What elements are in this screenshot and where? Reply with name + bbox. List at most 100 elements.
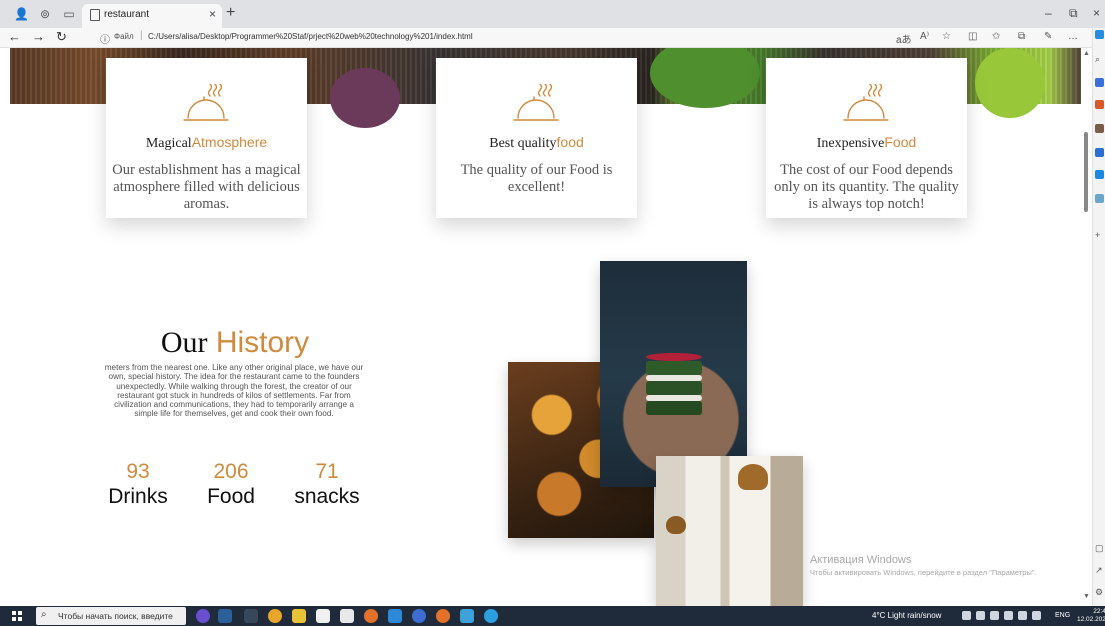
mail-icon[interactable] — [340, 609, 354, 623]
scroll-up-icon[interactable]: ▲ — [1083, 50, 1090, 57]
stat-number: 93 — [126, 460, 150, 483]
copilot-icon[interactable] — [1095, 30, 1104, 39]
feature-title: MagicalAtmosphere — [145, 134, 268, 151]
feature-card-atmosphere: MagicalAtmosphere Our establishment has … — [106, 58, 307, 218]
address-bar: ← → ↻ ⓘ Файл | C:/Users/alisa/Desktop/Pr… — [0, 28, 1105, 48]
stat-label: Drinks — [108, 485, 168, 508]
app-icon-3[interactable] — [460, 609, 474, 623]
task-view-icon[interactable] — [244, 609, 258, 623]
refresh-icon[interactable]: ↻ — [56, 29, 67, 45]
favorite-star-icon[interactable]: ☆ — [942, 31, 951, 42]
page-viewport: MagicalAtmosphere Our establishment has … — [0, 48, 1081, 606]
add-sidebar-app-icon[interactable]: + — [1095, 230, 1100, 240]
split-screen-icon[interactable]: ◫ — [968, 31, 977, 42]
feature-description: The cost of our Food depends only on its… — [774, 162, 959, 212]
browser-app-icon[interactable] — [364, 609, 378, 623]
sidebar-layout-icon[interactable]: ▢ — [1095, 543, 1104, 554]
edge-icon[interactable] — [484, 609, 498, 623]
store-icon[interactable] — [316, 609, 330, 623]
back-icon[interactable]: ← — [8, 29, 21, 44]
app-icon-2[interactable] — [436, 609, 450, 623]
microsoft365-icon[interactable] — [1095, 148, 1104, 157]
new-tab-button[interactable]: + — [226, 4, 235, 22]
tray-battery-icon[interactable] — [1018, 611, 1027, 620]
url-field[interactable]: ⓘ Файл | C:/Users/alisa/Desktop/Programm… — [92, 30, 882, 46]
feature-title: InexpensiveFood — [816, 134, 917, 151]
windows-taskbar: ⌕ Чтобы начать поиск, введите 4°C Light … — [0, 606, 1105, 626]
tab-restaurant[interactable]: restaurant × — [82, 4, 222, 28]
url-separator: | — [140, 30, 143, 41]
cloche-icon — [843, 84, 889, 121]
stat-label: snacks — [294, 485, 360, 508]
info-icon[interactable]: ⓘ — [100, 31, 110, 46]
windows-activation-watermark: Активация Windows Чтобы активировать Win… — [810, 554, 1037, 577]
tray-app-icon-2[interactable] — [990, 611, 999, 620]
weather-widget[interactable]: 4°C Light rain/snow — [872, 611, 941, 620]
stat-number: 206 — [213, 460, 249, 483]
tray-app-icon[interactable] — [976, 611, 985, 620]
stat-food: 206 Food — [200, 460, 262, 510]
scroll-down-icon[interactable]: ▼ — [1083, 593, 1090, 600]
feature-description: The quality of our Food is excellent! — [460, 162, 613, 195]
interior-photo — [656, 456, 803, 606]
taskbar-search-placeholder: Чтобы начать поиск, введите — [58, 611, 173, 621]
profile-icon[interactable]: 👤 — [14, 7, 29, 21]
windows-start-icon[interactable] — [12, 611, 22, 621]
stat-drinks: 93 Drinks — [108, 460, 168, 510]
tab-title: restaurant — [104, 9, 150, 20]
close-window-button[interactable]: × — [1093, 6, 1100, 20]
cloche-icon — [183, 84, 229, 121]
tray-chevron-icon[interactable] — [962, 611, 971, 620]
stat-label: Food — [207, 485, 255, 508]
forward-icon[interactable]: → — [32, 29, 45, 44]
favorites-icon[interactable]: ✩ — [992, 31, 1000, 42]
page-scrollbar[interactable]: ▲ ▼ — [1081, 48, 1091, 606]
search-icon: ⌕ — [41, 609, 47, 620]
feature-description: Our establishment has a magical atmosphe… — [112, 162, 301, 212]
tab-close-button[interactable]: × — [209, 7, 216, 21]
feature-title: Best qualityfood — [489, 134, 584, 151]
tray-volume-icon[interactable] — [1032, 611, 1041, 620]
clock[interactable]: 22:48 12.02.2023 — [1077, 608, 1105, 624]
url-text[interactable]: C:/Users/alisa/Desktop/Programmer%20Staf… — [148, 32, 473, 41]
games-icon[interactable] — [1095, 124, 1104, 133]
vscode-icon[interactable] — [388, 609, 402, 623]
file-explorer-icon[interactable] — [292, 609, 306, 623]
feature-card-quality: Best qualityfood The quality of our Food… — [436, 58, 637, 218]
feature-card-price: InexpensiveFood The cost of our Food dep… — [766, 58, 967, 218]
drop-icon[interactable] — [1095, 194, 1104, 203]
cloche-icon — [513, 84, 559, 121]
shopping-icon[interactable] — [1095, 78, 1104, 87]
chrome-icon[interactable] — [268, 609, 282, 623]
protocol-label: Файл — [114, 32, 134, 41]
colorful-app-icon[interactable] — [218, 609, 232, 623]
tray-network-icon[interactable] — [1004, 611, 1013, 620]
outlook-icon[interactable] — [1095, 170, 1104, 179]
minimize-button[interactable]: – — [1045, 6, 1052, 20]
restore-button[interactable]: ⧉ — [1069, 6, 1078, 21]
extensions-icon[interactable]: ✎ — [1044, 31, 1052, 42]
tab-actions-icon[interactable]: ▭ — [62, 7, 76, 21]
browser-tab-bar: 👤 ⊚ ▭ restaurant × + – ⧉ × — [0, 0, 1105, 28]
workspaces-icon[interactable]: ⊚ — [38, 7, 52, 21]
text-size-icon[interactable]: A⁾ — [920, 31, 929, 42]
collections-icon[interactable]: ⧉ — [1018, 31, 1025, 42]
scroll-thumb[interactable] — [1084, 132, 1088, 212]
cake-photo — [600, 261, 747, 487]
widgets-app-icon[interactable] — [196, 609, 210, 623]
app-icon[interactable] — [412, 609, 426, 623]
sidebar-settings-icon[interactable]: ⚙ — [1095, 587, 1103, 598]
history-text: meters from the nearest one. Like any ot… — [104, 363, 364, 419]
history-heading: Our History — [160, 326, 310, 359]
taskbar-search[interactable]: ⌕ Чтобы начать поиск, введите — [36, 607, 186, 625]
search-icon[interactable]: ⌕ — [1095, 54, 1100, 65]
more-menu-icon[interactable]: … — [1068, 31, 1078, 42]
external-link-icon[interactable]: ↗ — [1095, 565, 1103, 576]
stat-number: 71 — [315, 460, 339, 483]
language-indicator[interactable]: ENG — [1055, 612, 1070, 619]
read-aloud-icon[interactable]: aあ — [896, 31, 912, 46]
page-file-icon — [90, 9, 100, 21]
stat-snacks: 71 snacks — [288, 460, 366, 510]
tools-icon[interactable] — [1095, 100, 1104, 109]
edge-sidebar: ⌕ + ▢ ↗ ⚙ — [1092, 28, 1105, 606]
